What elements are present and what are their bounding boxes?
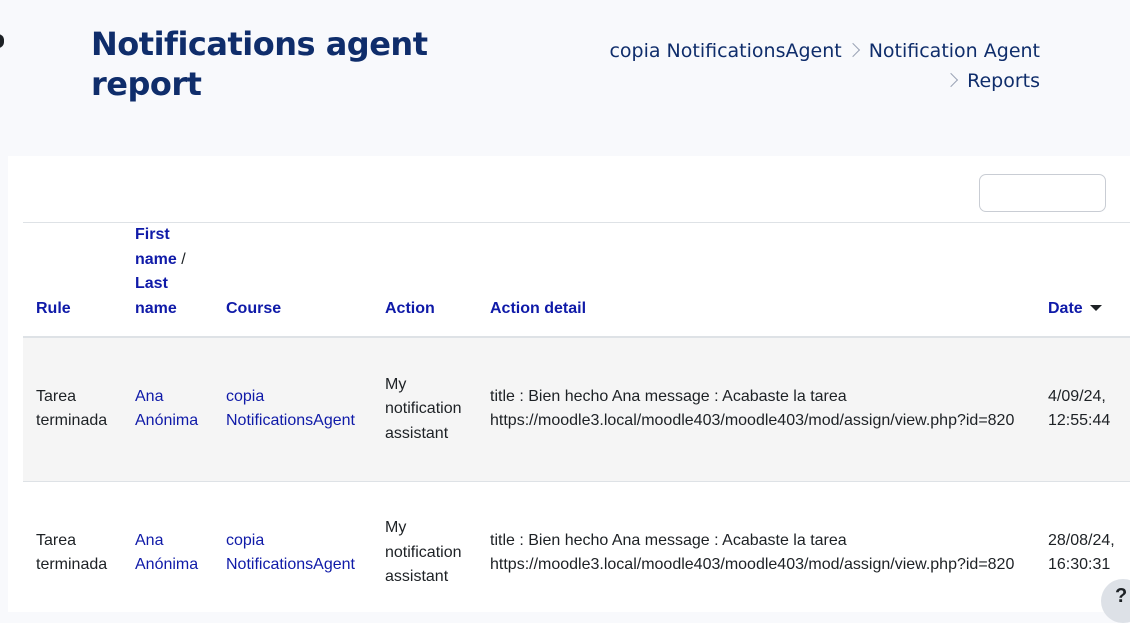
chevron-right-icon bbox=[944, 72, 959, 88]
cell-action: My notification assistant bbox=[372, 337, 477, 482]
report-panel: Rule First name / Last name Course Actio… bbox=[8, 156, 1130, 612]
user-link[interactable]: Ana Anónima bbox=[135, 388, 198, 430]
column-header-rule[interactable]: Rule bbox=[23, 223, 122, 338]
column-header-name: First name / Last name bbox=[122, 223, 213, 338]
breadcrumb-item-notification-agent[interactable]: Notification Agent bbox=[869, 40, 1040, 62]
sort-link-date[interactable]: Date bbox=[1048, 300, 1083, 317]
column-header-course[interactable]: Course bbox=[213, 223, 372, 338]
cell-action-detail: title : Bien hecho Ana message : Acabast… bbox=[477, 481, 1035, 612]
cell-date: 4/09/24, 12:55:44 bbox=[1035, 337, 1130, 482]
breadcrumb: copia NotificationsAgent Notification Age… bbox=[570, 36, 1040, 96]
user-link[interactable]: Ana Anónima bbox=[135, 532, 198, 574]
sort-link-action-detail[interactable]: Action detail bbox=[490, 300, 586, 317]
report-table: Rule First name / Last name Course Actio… bbox=[23, 223, 1130, 612]
cell-action-detail: title : Bien hecho Ana message : Acabast… bbox=[477, 337, 1035, 482]
sort-link-course[interactable]: Course bbox=[226, 300, 281, 317]
cell-action: My notification assistant bbox=[372, 481, 477, 612]
table-header-row: Rule First name / Last name Course Actio… bbox=[23, 223, 1130, 338]
cell-course: copia NotificationsAgent bbox=[213, 481, 372, 612]
drawer-toggle-edge[interactable] bbox=[0, 34, 4, 48]
course-link[interactable]: copia NotificationsAgent bbox=[226, 388, 355, 430]
column-header-action-detail[interactable]: Action detail bbox=[477, 223, 1035, 338]
cell-rule: Tarea terminada bbox=[23, 481, 122, 612]
table-filter-control[interactable] bbox=[979, 174, 1106, 212]
sort-descending-icon bbox=[1089, 305, 1102, 312]
cell-user: Ana Anónima bbox=[122, 481, 213, 612]
cell-course: copia NotificationsAgent bbox=[213, 337, 372, 482]
cell-user: Ana Anónima bbox=[122, 337, 213, 482]
sort-link-last-name[interactable]: Last name bbox=[135, 275, 177, 317]
table-row: Tarea terminada Ana Anónima copia Notifi… bbox=[23, 481, 1130, 612]
sort-link-action[interactable]: Action bbox=[385, 300, 435, 317]
column-header-action[interactable]: Action bbox=[372, 223, 477, 338]
breadcrumb-item-reports[interactable]: Reports bbox=[967, 70, 1040, 92]
column-header-date[interactable]: Date bbox=[1035, 223, 1130, 338]
chevron-right-icon bbox=[845, 42, 860, 58]
table-row: Tarea terminada Ana Anónima copia Notifi… bbox=[23, 337, 1130, 482]
sort-link-rule[interactable]: Rule bbox=[36, 300, 71, 317]
page-title: Notifications agent report bbox=[91, 25, 428, 103]
course-link[interactable]: copia NotificationsAgent bbox=[226, 532, 355, 574]
sort-link-first-name[interactable]: First name bbox=[135, 226, 177, 268]
cell-rule: Tarea terminada bbox=[23, 337, 122, 482]
header-separator: / bbox=[176, 250, 186, 268]
breadcrumb-item-course[interactable]: copia NotificationsAgent bbox=[609, 40, 841, 62]
